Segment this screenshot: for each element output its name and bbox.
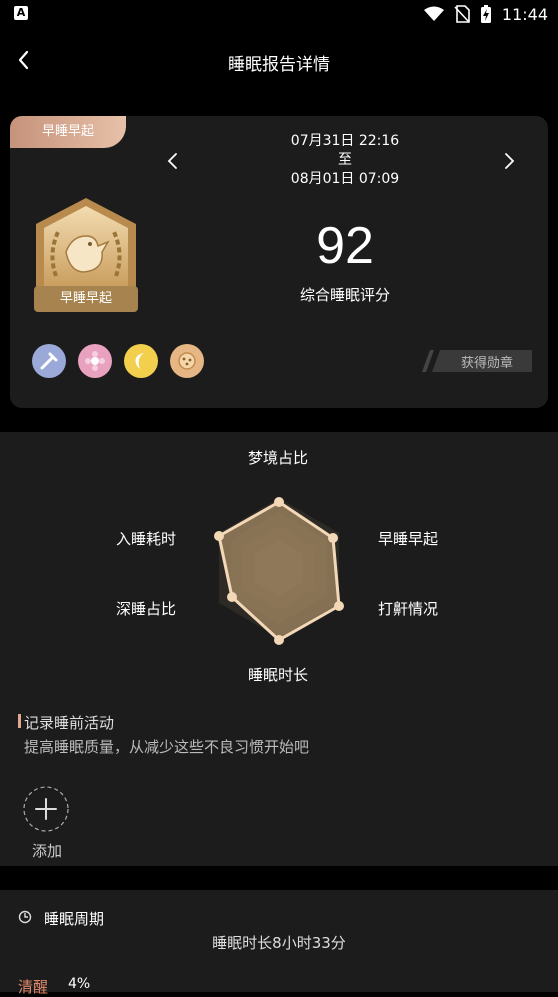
clock-icon bbox=[18, 910, 32, 924]
earned-badges-button[interactable]: 获得勋章 bbox=[422, 350, 532, 372]
status-icons: 11:44 bbox=[423, 4, 548, 24]
chevron-left-icon[interactable] bbox=[162, 150, 184, 172]
status-bar: A 11:44 bbox=[0, 0, 558, 30]
sleep-report-card: 早睡早起 07月31日 22:16 至 08月01日 07:09 早睡早起 92… bbox=[10, 116, 548, 408]
date-start: 07月31日 22:16 bbox=[290, 133, 400, 149]
radar-label-early-sleep: 早睡早起 bbox=[378, 530, 439, 548]
wifi-icon bbox=[423, 6, 444, 21]
wrench-badge-icon[interactable] bbox=[32, 344, 66, 378]
status-time: 11:44 bbox=[501, 4, 548, 24]
radar-label-deep-sleep: 深睡占比 bbox=[116, 600, 177, 618]
sleep-radar-chart bbox=[214, 497, 344, 645]
add-activity-button[interactable] bbox=[23, 786, 69, 832]
page-title: 睡眠报告详情 bbox=[228, 55, 330, 75]
date-navigator: 07月31日 22:16 至 08月01日 07:09 bbox=[160, 132, 530, 196]
awake-label: 清醒 bbox=[18, 978, 49, 996]
radar-label-dream: 梦境占比 bbox=[248, 449, 309, 467]
battery-charging-icon bbox=[480, 5, 491, 23]
sleep-duration: 睡眠时长8小时33分 bbox=[212, 934, 346, 952]
awake-percent: 4% bbox=[68, 976, 91, 992]
earned-badges-list bbox=[32, 344, 204, 378]
earned-badges-label: 获得勋章 bbox=[460, 356, 513, 371]
cookie-badge-icon[interactable] bbox=[170, 344, 204, 378]
sleep-score-label: 综合睡眠评分 bbox=[299, 286, 390, 304]
radar-label-snoring: 打鼾情况 bbox=[378, 600, 439, 618]
sleep-radar-section: 梦境占比 入睡耗时 早睡早起 深睡占比 打鼾情况 睡眠时长 记录睡前活动 提高睡… bbox=[0, 432, 558, 866]
activities-subtitle: 提高睡眠质量，从减少这些不良习惯开始吧 bbox=[24, 738, 310, 756]
app-notification-icon: A bbox=[14, 6, 28, 20]
date-end: 08月01日 07:09 bbox=[290, 171, 400, 187]
section-accent-bar bbox=[18, 714, 21, 728]
badge-tag: 早睡早起 bbox=[10, 116, 126, 148]
flower-badge-icon[interactable] bbox=[78, 344, 112, 378]
moon-badge-icon[interactable] bbox=[124, 344, 158, 378]
date-range: 07月31日 22:16 至 08月01日 07:09 bbox=[230, 132, 460, 189]
top-bar: 睡眠报告详情 bbox=[0, 38, 558, 84]
sleep-cycle-section: 睡眠周期 睡眠时长8小时33分 清醒 4% bbox=[0, 890, 558, 996]
activities-title: 记录睡前活动 bbox=[24, 714, 115, 732]
radar-label-fall-asleep: 入睡耗时 bbox=[116, 530, 177, 548]
date-to: 至 bbox=[338, 152, 352, 168]
sleep-cycle-title: 睡眠周期 bbox=[44, 910, 105, 928]
no-sim-icon bbox=[454, 5, 470, 23]
radar-label-duration: 睡眠时长 bbox=[248, 666, 309, 684]
chevron-right-icon[interactable] bbox=[498, 150, 520, 172]
medal-caption: 早睡早起 bbox=[34, 286, 138, 312]
sleep-score: 92 bbox=[316, 217, 374, 275]
add-activity-label: 添加 bbox=[31, 842, 62, 860]
